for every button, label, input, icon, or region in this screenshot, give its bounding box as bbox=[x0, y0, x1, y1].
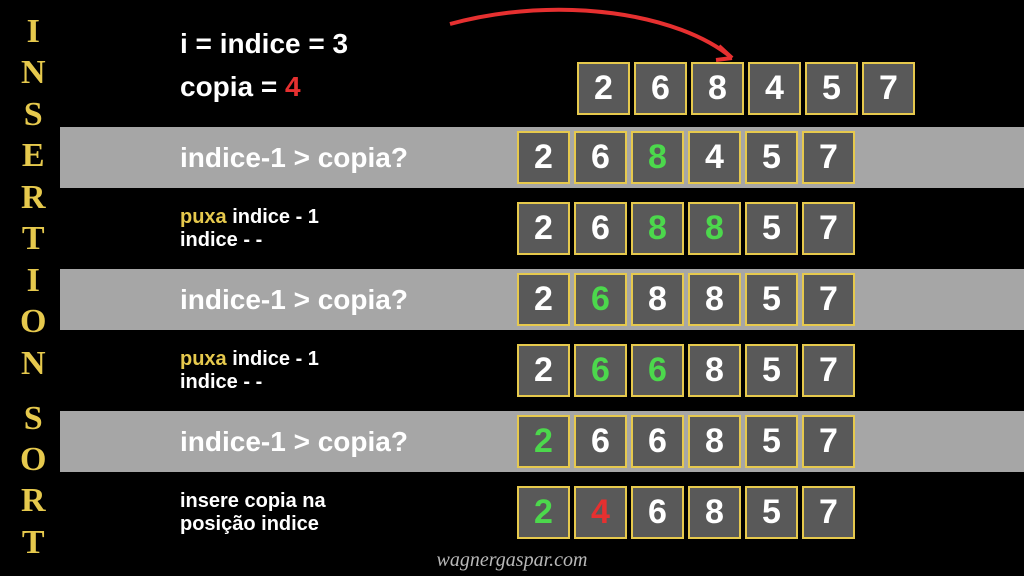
step-label: indice-1 > copia? bbox=[180, 426, 408, 458]
title-letter: O bbox=[20, 443, 46, 477]
title-letter: S bbox=[24, 402, 43, 436]
array-cell: 4 bbox=[688, 131, 741, 184]
step-label: puxa indice - 1indice - - bbox=[180, 206, 319, 252]
array-cell: 4 bbox=[748, 62, 801, 115]
step-row: indice-1 > copia?266857 bbox=[60, 411, 1024, 472]
title-letter: N bbox=[21, 56, 46, 90]
title-letter: S bbox=[24, 98, 43, 132]
diagram-content: i = indice = 3 copia = 4 268457 indice-1… bbox=[60, 0, 1024, 576]
array-cell: 8 bbox=[688, 344, 741, 397]
step-label: indice-1 > copia? bbox=[180, 284, 408, 316]
step-row: insere copia naposição indice 246857 bbox=[60, 482, 1024, 543]
array-cell: 7 bbox=[802, 486, 855, 539]
step-label: puxa indice - 1indice - - bbox=[180, 348, 319, 394]
array-cell: 5 bbox=[745, 415, 798, 468]
array-cell: 8 bbox=[631, 202, 684, 255]
array-cell: 6 bbox=[574, 415, 627, 468]
array-cell: 5 bbox=[745, 273, 798, 326]
array-cell: 6 bbox=[574, 273, 627, 326]
top-variable-lines: i = indice = 3 copia = 4 bbox=[180, 22, 348, 109]
array-cell: 2 bbox=[517, 273, 570, 326]
array-cell: 4 bbox=[574, 486, 627, 539]
array-cell: 2 bbox=[577, 62, 630, 115]
title-letter: E bbox=[22, 139, 45, 173]
title-letter: R bbox=[21, 181, 46, 215]
array-cell: 5 bbox=[745, 344, 798, 397]
array-cell: 5 bbox=[745, 202, 798, 255]
array-cell: 6 bbox=[631, 415, 684, 468]
step-array: 246857 bbox=[517, 486, 855, 539]
title-letter: N bbox=[21, 347, 46, 381]
array-cell: 8 bbox=[631, 273, 684, 326]
array-cell: 5 bbox=[745, 131, 798, 184]
array-cell: 7 bbox=[802, 415, 855, 468]
array-cell: 6 bbox=[574, 344, 627, 397]
array-cell: 8 bbox=[688, 486, 741, 539]
array-cell: 7 bbox=[862, 62, 915, 115]
array-cell: 2 bbox=[517, 344, 570, 397]
array-cell: 2 bbox=[517, 415, 570, 468]
array-cell: 8 bbox=[688, 202, 741, 255]
step-label: insere copia naposição indice bbox=[180, 490, 326, 536]
array-cell: 7 bbox=[802, 273, 855, 326]
array-cell: 5 bbox=[745, 486, 798, 539]
step-array: 268857 bbox=[517, 273, 855, 326]
step-label: indice-1 > copia? bbox=[180, 142, 408, 174]
footer-credit: wagnergaspar.com bbox=[0, 549, 1024, 572]
array-cell: 2 bbox=[517, 202, 570, 255]
vertical-title: INSERTIONSORT bbox=[20, 15, 46, 560]
array-cell: 5 bbox=[805, 62, 858, 115]
line-i-indice: i = indice = 3 bbox=[180, 22, 348, 65]
array-cell: 7 bbox=[802, 344, 855, 397]
title-letter: T bbox=[22, 222, 45, 256]
array-cell: 8 bbox=[688, 415, 741, 468]
title-letter: O bbox=[20, 305, 46, 339]
array-cell: 7 bbox=[802, 131, 855, 184]
step-row: puxa indice - 1indice - -268857 bbox=[60, 198, 1024, 259]
step-row: indice-1 > copia? 268457 bbox=[60, 127, 1024, 188]
array-cell: 8 bbox=[688, 273, 741, 326]
step-array: 268457 bbox=[517, 131, 855, 184]
step-row: indice-1 > copia?268857 bbox=[60, 269, 1024, 330]
array-cell: 6 bbox=[631, 486, 684, 539]
array-cell: 6 bbox=[631, 344, 684, 397]
step-array: 266857 bbox=[517, 415, 855, 468]
step-row: puxa indice - 1indice - -266857 bbox=[60, 340, 1024, 401]
array-cell: 2 bbox=[517, 486, 570, 539]
title-letter: I bbox=[27, 15, 40, 49]
line-copia: copia = 4 bbox=[180, 65, 348, 108]
array-cell: 8 bbox=[691, 62, 744, 115]
array-cell: 7 bbox=[802, 202, 855, 255]
initial-array: 268457 bbox=[577, 62, 915, 115]
title-letter: I bbox=[27, 264, 40, 298]
array-cell: 2 bbox=[517, 131, 570, 184]
title-letter: R bbox=[21, 484, 46, 518]
array-cell: 6 bbox=[574, 202, 627, 255]
array-cell: 6 bbox=[634, 62, 687, 115]
array-cell: 6 bbox=[574, 131, 627, 184]
step-array: 266857 bbox=[517, 344, 855, 397]
array-cell: 8 bbox=[631, 131, 684, 184]
step-array: 268857 bbox=[517, 202, 855, 255]
